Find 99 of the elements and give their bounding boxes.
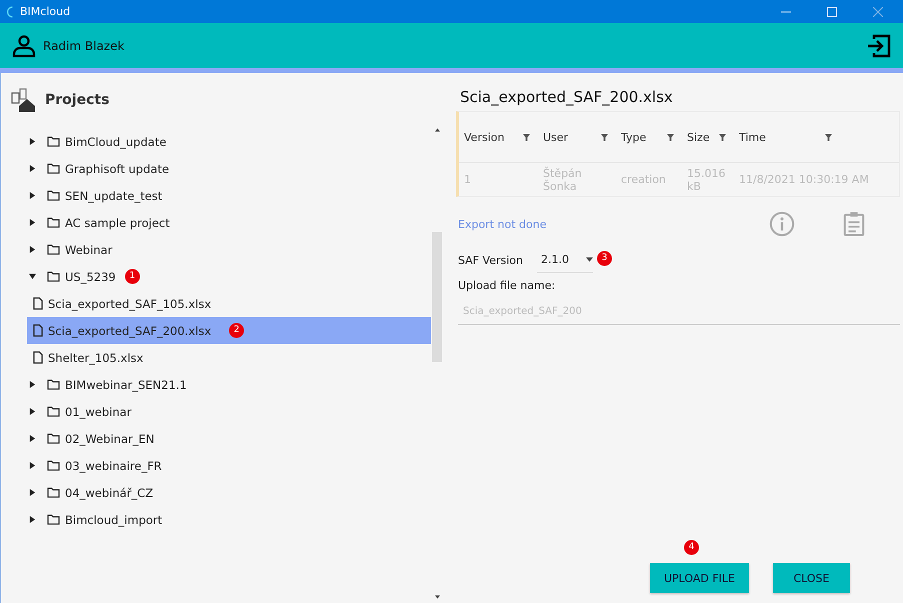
window-title: BIMcloud: [20, 5, 70, 18]
column-header[interactable]: User: [538, 130, 616, 144]
action-button[interactable]: UPLOAD FILE: [650, 563, 749, 593]
folder-icon: [47, 487, 60, 498]
item-label: Webinar: [65, 242, 112, 256]
tree-item[interactable]: Webinar: [1, 236, 431, 263]
filter-icon: [601, 134, 608, 140]
file-title: Scia_exported_SAF_200.xlsx: [459, 87, 674, 108]
expand-arrow-icon: [29, 219, 36, 226]
number-badge: 1: [124, 269, 140, 284]
folder-icon: [47, 190, 60, 201]
folder-icon: [47, 406, 60, 417]
expand-arrow-icon: [29, 381, 36, 388]
folder-icon: [47, 379, 60, 390]
scroll-up-icon: [434, 128, 440, 132]
cloud-logo-icon: [6, 6, 14, 18]
column-header[interactable]: Version: [459, 130, 538, 144]
document-icon: [33, 297, 43, 310]
item-label: SEN_update_test: [65, 188, 162, 202]
table-cell-text: Štěpán Šonka: [542, 166, 583, 192]
filter-icon: [523, 134, 530, 140]
tree-item[interactable]: 02_Webinar_EN: [1, 425, 431, 452]
item-label: 03_webinaire_FR: [65, 458, 162, 472]
tree-item[interactable]: US_5239 1: [1, 263, 431, 290]
table-cell-text: 1: [463, 173, 472, 186]
buildings-icon: [11, 87, 37, 113]
tree-item[interactable]: BimCloud_update: [1, 128, 431, 155]
folder-icon: [47, 433, 60, 444]
filename-field[interactable]: Scia_exported_SAF_200: [458, 302, 900, 325]
filter-icon: [825, 134, 832, 140]
number-badge: 2: [229, 323, 244, 338]
column-header[interactable]: Time: [734, 130, 884, 144]
tree-item[interactable]: Scia_exported_SAF_200.xlsx 2: [27, 317, 431, 344]
close-icon: [873, 6, 883, 16]
clipboard-icon: [843, 211, 865, 237]
folder-icon: [47, 514, 60, 525]
field-label: Upload file name:: [457, 278, 556, 292]
folder-icon: [47, 460, 60, 471]
folder-icon: [47, 244, 60, 255]
table-cell-text: 11/8/2021 10:30:19 AM: [738, 173, 870, 186]
folder-icon: [47, 163, 60, 174]
info-icon: [769, 211, 795, 237]
tree-item[interactable]: 01_webinar: [1, 398, 431, 425]
filter-icon: [667, 134, 674, 140]
item-label: Scia_exported_SAF_200.xlsx: [48, 324, 212, 338]
expand-arrow-icon: [29, 516, 36, 523]
item-label: 02_Webinar_EN: [65, 432, 154, 446]
user-name: Radim Blazek: [43, 38, 124, 52]
table-cell-text: 15.016 kB: [686, 166, 726, 192]
tree-item[interactable]: 03_webinaire_FR: [1, 452, 431, 479]
expand-arrow-icon: [29, 435, 36, 442]
expand-arrow-icon: [29, 408, 36, 415]
tree-item[interactable]: 04_webinář_CZ: [1, 479, 431, 506]
expand-arrow-icon: [29, 462, 36, 469]
maximize-icon: [827, 6, 837, 16]
table-cell-text: creation: [620, 173, 667, 186]
item-label: AC sample project: [65, 216, 170, 230]
field-label: SAF Version: [458, 254, 523, 266]
user-icon: [12, 34, 36, 58]
tree-item[interactable]: Bimcloud_import: [1, 506, 431, 533]
section-title: Projects: [45, 92, 110, 108]
item-label: Scia_exported_SAF_105.xlsx: [48, 296, 212, 310]
expand-arrow-icon: [29, 192, 36, 199]
folder-icon: [47, 271, 60, 282]
export-status: Export not done: [458, 218, 546, 230]
item-label: Shelter_105.xlsx: [48, 350, 144, 364]
tree-item[interactable]: BIMwebinar_SEN21.1: [1, 371, 431, 398]
column-header[interactable]: Size: [682, 130, 734, 144]
folder-icon: [47, 217, 60, 228]
item-label: Bimcloud_import: [65, 512, 162, 526]
document-icon: [33, 351, 43, 364]
number-badge: 3: [597, 250, 612, 266]
tree-item[interactable]: Graphisoft update: [1, 155, 431, 182]
collapse-arrow-icon: [29, 273, 36, 280]
expand-arrow-icon: [29, 138, 36, 145]
version-dropdown[interactable]: 2.1.0: [537, 253, 593, 273]
item-label: 01_webinar: [65, 404, 132, 418]
expand-arrow-icon: [29, 165, 36, 172]
item-label: 04_webinář_CZ: [65, 486, 154, 500]
item-label: BimCloud_update: [65, 134, 166, 148]
expand-arrow-icon: [29, 489, 36, 496]
item-label: Graphisoft update: [65, 162, 170, 176]
item-label: BIMwebinar_SEN21.1: [65, 378, 187, 392]
folder-icon: [47, 136, 60, 147]
tree-item[interactable]: SEN_update_test: [1, 182, 431, 209]
expand-arrow-icon: [29, 246, 36, 253]
tree-item[interactable]: Shelter_105.xlsx: [27, 344, 431, 371]
number-badge: 4: [684, 540, 699, 555]
column-header[interactable]: Type: [616, 130, 682, 144]
dropdown-arrow-icon: [586, 257, 593, 262]
scroll-down-icon: [434, 595, 440, 599]
filter-icon: [719, 134, 726, 140]
tree-item[interactable]: Scia_exported_SAF_105.xlsx: [27, 290, 431, 317]
scrollbar-thumb[interactable]: [432, 232, 442, 362]
tree-item[interactable]: AC sample project: [1, 209, 431, 236]
item-label: US_5239: [65, 270, 116, 284]
action-button[interactable]: CLOSE: [773, 563, 850, 593]
logout-icon: [866, 32, 892, 58]
document-icon: [33, 324, 43, 337]
